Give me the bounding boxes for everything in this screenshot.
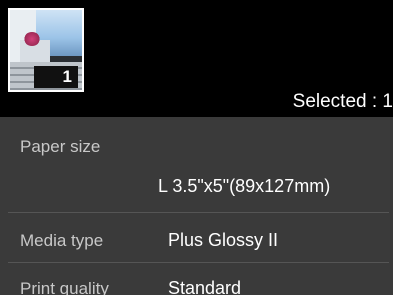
selected-count: Selected : 1 <box>292 91 393 112</box>
photo-thumbnail[interactable]: 1 <box>8 8 84 92</box>
row-divider <box>8 262 389 263</box>
thumbnail-flowers <box>24 32 40 46</box>
photo-index-badge: 1 <box>34 66 78 88</box>
media-type-label: Media type <box>20 231 104 250</box>
print-quality-value[interactable]: Standard <box>168 278 241 295</box>
print-settings-list: Paper size L 3.5"x5"(89x127mm) Media typ… <box>0 117 393 295</box>
photo-preview-area: 1 Selected : 1 <box>0 0 393 117</box>
print-quality-label: Print quality <box>20 279 109 295</box>
paper-size-value[interactable]: L 3.5"x5"(89x127mm) <box>158 176 330 197</box>
media-type-value[interactable]: Plus Glossy II <box>168 230 278 251</box>
paper-size-label: Paper size <box>20 137 101 156</box>
row-divider <box>8 212 389 213</box>
